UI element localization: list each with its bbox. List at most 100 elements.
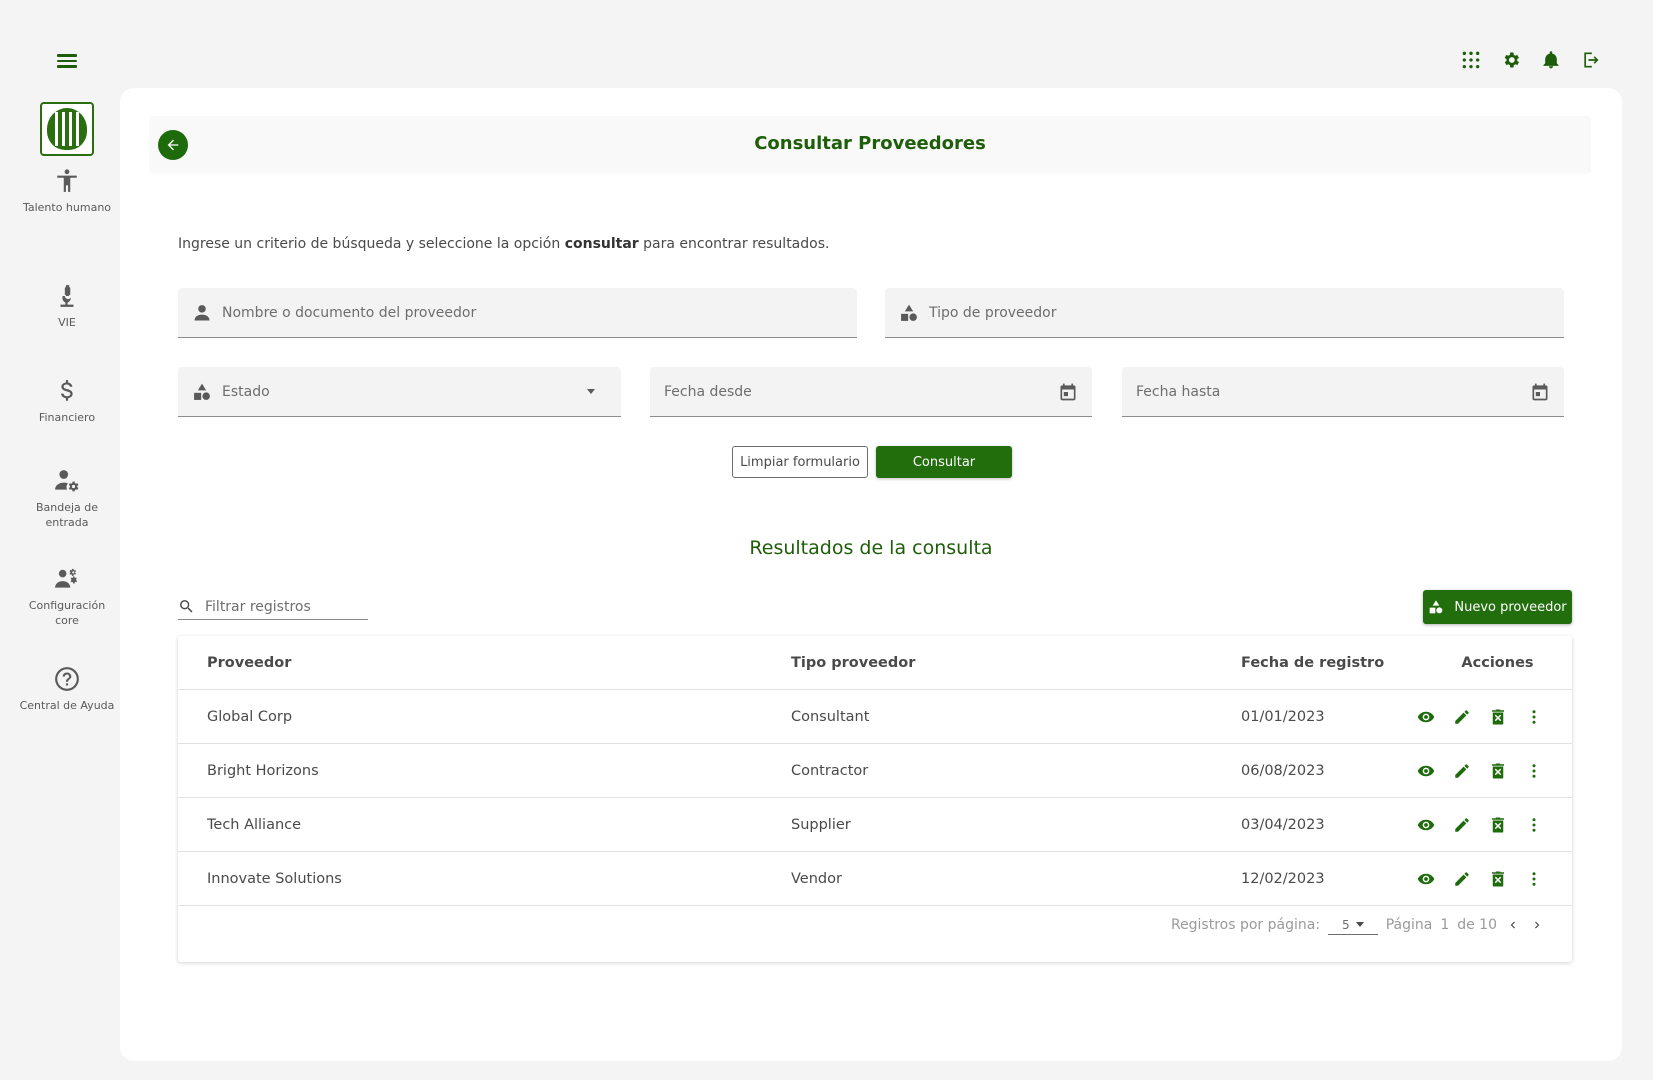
app-frame: Talento humano VIE Financiero Bandeja de… xyxy=(7,18,1647,1061)
row-actions xyxy=(1416,798,1544,852)
sidebar-item-label: Talento humano xyxy=(22,201,112,214)
more-vert-icon[interactable] xyxy=(1524,707,1544,727)
top-toolbar xyxy=(1460,49,1602,71)
shapes-icon xyxy=(1430,600,1443,614)
search-instructions: Ingrese un criterio de búsqueda y selecc… xyxy=(178,236,829,252)
results-table: Proveedor Tipo proveedor Fecha de regist… xyxy=(178,636,1572,962)
page-title: Consultar Proveedores xyxy=(754,133,986,154)
chevron-down-icon xyxy=(587,389,595,394)
calendar-icon[interactable] xyxy=(1058,382,1078,402)
sidebar-item-label: Financiero xyxy=(38,411,96,424)
page-label: Página xyxy=(1385,917,1433,933)
table-row[interactable]: Bright Horizons Contractor 06/08/2023 xyxy=(178,744,1572,798)
filter-records-input[interactable]: Filtrar registros xyxy=(178,594,368,620)
more-vert-icon[interactable] xyxy=(1524,869,1544,889)
date-cell: 12/02/2023 xyxy=(1241,871,1325,887)
apps-grid-icon[interactable] xyxy=(1460,49,1482,71)
row-actions xyxy=(1416,690,1544,744)
page-current: 1 xyxy=(1440,917,1450,933)
date-cell: 03/04/2023 xyxy=(1241,817,1325,833)
type-cell: Contractor xyxy=(791,763,869,779)
provider-search-field[interactable]: Nombre o documento del proveedor xyxy=(178,288,857,338)
microscope-icon xyxy=(60,285,74,307)
table-header: Proveedor Tipo proveedor Fecha de regist… xyxy=(178,636,1572,690)
new-provider-button[interactable]: Nuevo proveedor xyxy=(1423,590,1572,624)
edit-pencil-icon[interactable] xyxy=(1452,761,1472,781)
view-eye-icon[interactable] xyxy=(1416,707,1436,727)
sidebar-item-financiero[interactable]: Financiero xyxy=(17,378,117,425)
caret-down-icon xyxy=(1355,922,1364,927)
table-row[interactable]: Innovate Solutions Vendor 12/02/2023 xyxy=(178,852,1572,906)
column-header-date[interactable]: Fecha de registro xyxy=(1241,636,1384,690)
type-cell: Supplier xyxy=(791,817,851,833)
instructions-text: Ingrese un criterio de búsqueda y selecc… xyxy=(178,236,565,252)
date-from-field[interactable]: Fecha desde xyxy=(650,367,1092,417)
chevron-right-icon[interactable] xyxy=(1529,917,1545,933)
university-logo[interactable] xyxy=(40,102,94,156)
provider-type-field[interactable]: Tipo de proveedor xyxy=(885,288,1564,338)
table-row[interactable]: Tech Alliance Supplier 03/04/2023 xyxy=(178,798,1572,852)
view-eye-icon[interactable] xyxy=(1416,869,1436,889)
delete-icon[interactable] xyxy=(1488,761,1508,781)
date-cell: 06/08/2023 xyxy=(1241,763,1325,779)
delete-icon[interactable] xyxy=(1488,815,1508,835)
per-page-value: 5 xyxy=(1342,917,1350,932)
accessibility-icon xyxy=(57,169,77,192)
pagination: Registros por página: 5 Página 1 de 10 xyxy=(1171,910,1545,940)
edit-pencil-icon[interactable] xyxy=(1452,707,1472,727)
sidebar-item-configuracion-core[interactable]: Configuración core xyxy=(17,566,117,628)
sidebar-item-label: Central de Ayuda xyxy=(19,699,115,712)
clear-form-button[interactable]: Limpiar formulario xyxy=(732,446,868,478)
edit-pencil-icon[interactable] xyxy=(1452,815,1472,835)
delete-icon[interactable] xyxy=(1488,707,1508,727)
edit-pencil-icon[interactable] xyxy=(1452,869,1472,889)
table-row[interactable]: Global Corp Consultant 01/01/2023 xyxy=(178,690,1572,744)
chevron-left-icon[interactable] xyxy=(1505,917,1521,933)
view-eye-icon[interactable] xyxy=(1416,815,1436,835)
user-gear-icon xyxy=(55,470,79,492)
more-vert-icon[interactable] xyxy=(1524,815,1544,835)
settings-gear-icon[interactable] xyxy=(1500,49,1522,71)
provider-cell: Bright Horizons xyxy=(207,763,319,779)
logout-icon[interactable] xyxy=(1580,49,1602,71)
logo-emblem-icon xyxy=(47,108,87,150)
help-icon xyxy=(55,667,79,691)
instructions-text-end: para encontrar resultados. xyxy=(638,236,830,252)
sidebar-item-talento-humano[interactable]: Talento humano xyxy=(17,168,117,215)
sidebar-item-label: Configuración core xyxy=(28,599,106,627)
column-header-provider[interactable]: Proveedor xyxy=(207,636,291,690)
search-icon xyxy=(180,600,193,613)
date-to-placeholder: Fecha hasta xyxy=(1136,383,1221,400)
per-page-select[interactable]: 5 xyxy=(1328,915,1378,935)
provider-type-placeholder: Tipo de proveedor xyxy=(929,304,1057,321)
results-title: Resultados de la consulta xyxy=(749,537,993,559)
per-page-label: Registros por página: xyxy=(1170,917,1321,933)
column-header-type[interactable]: Tipo proveedor xyxy=(791,636,915,690)
status-select[interactable]: Estado xyxy=(178,367,621,417)
dollar-icon xyxy=(61,380,73,401)
provider-cell: Innovate Solutions xyxy=(207,871,342,887)
consult-button[interactable]: Consultar xyxy=(876,446,1012,478)
person-icon xyxy=(194,304,210,320)
provider-search-placeholder: Nombre o documento del proveedor xyxy=(222,304,477,321)
date-to-field[interactable]: Fecha hasta xyxy=(1122,367,1564,417)
sidebar-item-label: Bandeja de entrada xyxy=(35,501,99,529)
notifications-bell-icon[interactable] xyxy=(1540,49,1562,71)
filter-placeholder: Filtrar registros xyxy=(205,598,311,615)
delete-icon[interactable] xyxy=(1488,869,1508,889)
shapes-icon xyxy=(901,304,917,321)
shapes-icon xyxy=(194,383,210,400)
date-from-placeholder: Fecha desde xyxy=(664,383,752,400)
page-header: Consultar Proveedores xyxy=(149,116,1591,174)
users-gear-icon xyxy=(55,568,78,588)
view-eye-icon[interactable] xyxy=(1416,761,1436,781)
sidebar-item-central-de-ayuda[interactable]: Central de Ayuda xyxy=(17,666,117,713)
main-card: Consultar Proveedores Ingrese un criteri… xyxy=(120,88,1622,1061)
sidebar-item-label: VIE xyxy=(58,316,76,329)
sidebar-item-bandeja-de-entrada[interactable]: Bandeja de entrada xyxy=(17,468,117,530)
sidebar-item-vie[interactable]: VIE xyxy=(17,283,117,330)
calendar-icon[interactable] xyxy=(1530,382,1550,402)
more-vert-icon[interactable] xyxy=(1524,761,1544,781)
column-header-actions: Acciones xyxy=(1461,655,1534,671)
hamburger-menu-icon[interactable] xyxy=(57,51,77,71)
